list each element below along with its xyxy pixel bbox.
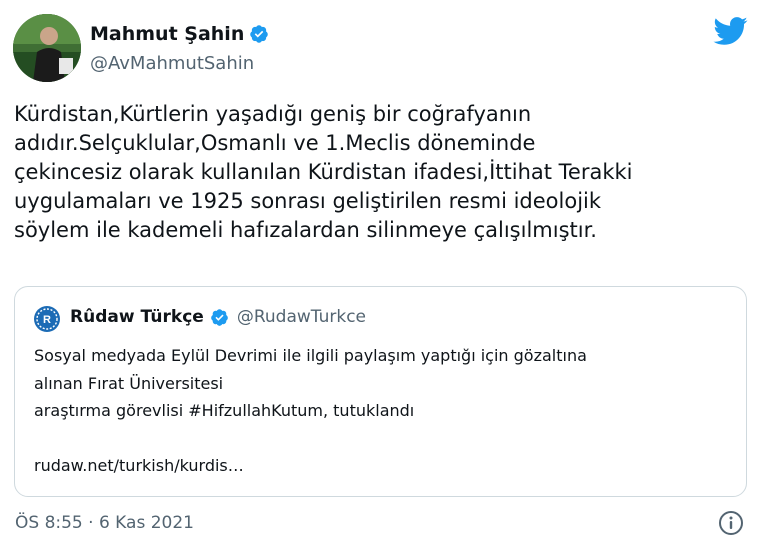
author-display-name[interactable]: Mahmut Şahin — [90, 23, 244, 45]
tweet-text: Kürdistan,Kürtlerin yaşadığı geniş bir c… — [14, 102, 633, 242]
quoted-tweet-card[interactable]: R Rûdaw Türkçe @RudawTurkce Sosyal medya… — [14, 286, 747, 497]
quote-verified-badge-icon — [210, 308, 229, 327]
quote-author-name: Rûdaw Türkçe — [70, 307, 204, 327]
quote-author-row: Rûdaw Türkçe @RudawTurkce — [70, 307, 366, 327]
author-avatar[interactable] — [13, 14, 81, 82]
quote-author-avatar: R — [34, 306, 60, 332]
author-name-row: Mahmut Şahin — [90, 23, 269, 45]
twitter-bird-icon[interactable] — [712, 16, 748, 46]
quote-text: Sosyal medyada Eylül Devrimi ile ilgili … — [34, 346, 587, 475]
quote-author-handle: @RudawTurkce — [236, 307, 366, 327]
author-handle[interactable]: @AvMahmutSahin — [90, 53, 254, 74]
svg-text:R: R — [43, 314, 51, 326]
info-icon[interactable] — [718, 510, 744, 536]
tweet-timestamp[interactable]: ÖS 8:55 · 6 Kas 2021 — [15, 513, 194, 533]
verified-badge-icon — [249, 24, 269, 44]
